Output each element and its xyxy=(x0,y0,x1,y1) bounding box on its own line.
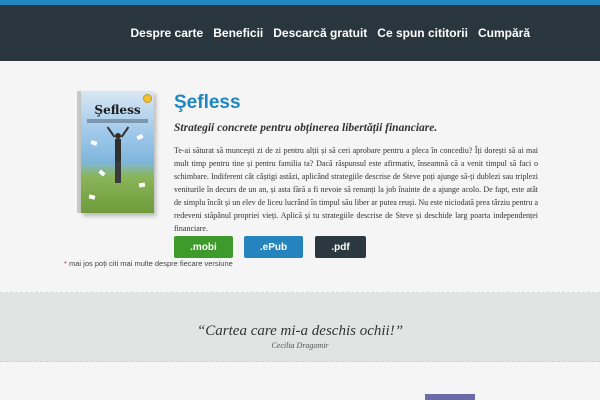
versions-note: * mai jos poți citi mai multe despre fie… xyxy=(64,259,233,268)
site-header: Despre carte Beneficii Descarcă gratuit … xyxy=(0,5,600,61)
hero-section: Şefless Şefless Strategii concrete pentr… xyxy=(0,61,600,293)
person-figure-icon xyxy=(106,126,130,185)
section-image-thumbnail xyxy=(425,394,475,400)
nav-item-despre-carte[interactable]: Despre carte xyxy=(131,26,204,40)
paper-icon xyxy=(90,140,98,146)
book-badge-icon xyxy=(143,94,152,103)
testimonial-author: Cecilia Dragomir xyxy=(271,341,329,350)
page-title: Şefless xyxy=(174,92,241,113)
book-cover-image: Şefless xyxy=(77,91,154,213)
paper-icon xyxy=(88,194,96,200)
testimonial-band: “Cartea care mi-a deschis ochii!” Cecili… xyxy=(0,293,600,362)
download-pdf-button[interactable]: .pdf xyxy=(315,236,366,258)
paper-icon xyxy=(98,169,106,177)
testimonial-quote: “Cartea care mi-a deschis ochii!” xyxy=(196,323,404,339)
book-cover-subtitle-bar xyxy=(87,119,148,123)
book-cover-title: Şefless xyxy=(94,103,141,117)
next-section xyxy=(0,362,600,400)
paper-icon xyxy=(138,182,146,188)
main-nav: Despre carte Beneficii Descarcă gratuit … xyxy=(121,5,530,61)
nav-item-beneficii[interactable]: Beneficii xyxy=(213,26,263,40)
nav-item-cumpara[interactable]: Cumpără xyxy=(478,26,530,40)
paper-icon xyxy=(136,133,144,141)
download-mobi-button[interactable]: .mobi xyxy=(174,236,233,258)
download-epub-button[interactable]: .ePub xyxy=(244,236,303,258)
note-text: mai jos poți citi mai multe despre fieca… xyxy=(66,259,233,268)
nav-item-descarca-gratuit[interactable]: Descarcă gratuit xyxy=(273,26,367,40)
book-cover: Şefless xyxy=(81,91,154,213)
nav-item-ce-spun-cititorii[interactable]: Ce spun cititorii xyxy=(377,26,468,40)
page-subtitle: Strategii concrete pentru obținerea libe… xyxy=(174,122,438,134)
book-description: Te-ai săturat să muncești zi de zi pentr… xyxy=(174,146,538,233)
